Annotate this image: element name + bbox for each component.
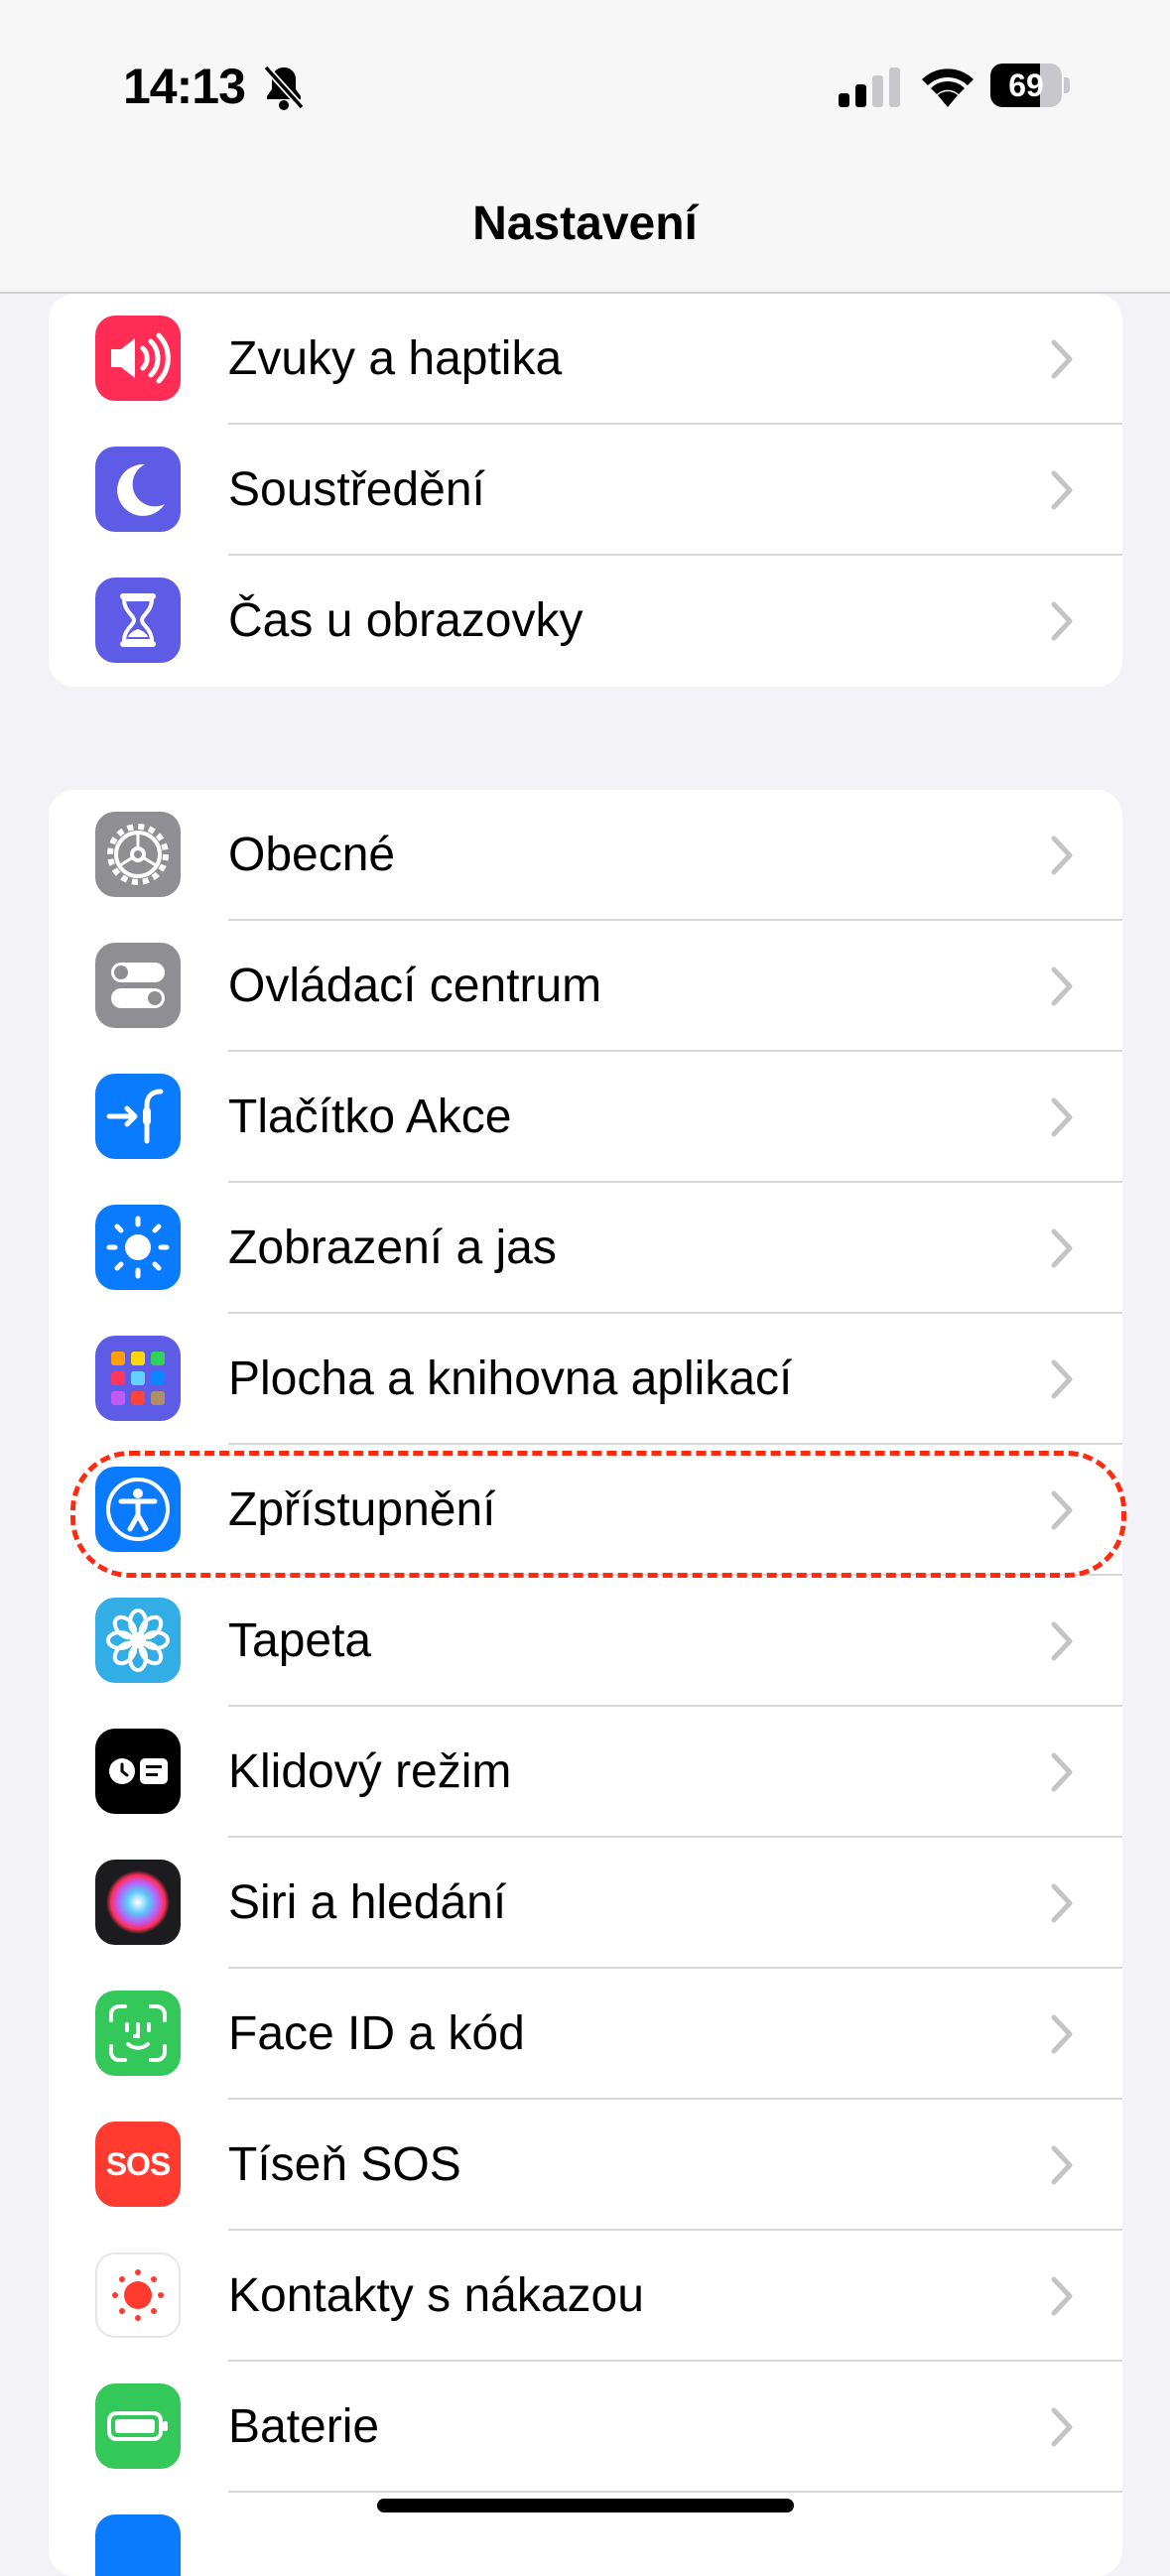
battery-icon: 69 (990, 64, 1070, 107)
settings-row-standby[interactable]: Klidový režim (49, 1707, 1122, 1838)
chevron-right-icon (1051, 1490, 1073, 1530)
page-title: Nastavení (472, 197, 698, 250)
settings-row-label: Zvuky a haptika (228, 332, 563, 385)
flower-icon (95, 1598, 181, 1683)
privacy-icon (95, 2514, 181, 2576)
settings-row-general[interactable]: Obecné (49, 790, 1122, 921)
toggles-icon (95, 943, 181, 1028)
face-id-icon (95, 1991, 181, 2076)
settings-row-label: Obecné (228, 829, 396, 881)
accessibility-icon (95, 1467, 181, 1552)
battery-app-icon (95, 2383, 181, 2469)
settings-row-battery[interactable]: Baterie (49, 2362, 1122, 2493)
settings-row-action-button[interactable]: Tlačítko Akce (49, 1052, 1122, 1183)
chevron-right-icon (1051, 1621, 1073, 1661)
settings-row-label: Plocha a knihovna aplikací (228, 1352, 793, 1405)
wifi-icon (922, 68, 974, 107)
bell-slash-icon (263, 64, 305, 110)
hourglass-icon (95, 578, 181, 663)
settings-row-sounds[interactable]: Zvuky a haptika (49, 294, 1122, 425)
status-bar: 14:13 69 (0, 0, 1170, 159)
settings-row-label: Zobrazení a jas (228, 1222, 557, 1274)
chevron-right-icon (1051, 2407, 1073, 2447)
standby-icon (95, 1729, 181, 1814)
chevron-right-icon (1051, 836, 1073, 875)
settings-group-1: Zvuky a haptika Soustředění Čas u obrazo… (49, 294, 1122, 687)
settings-row-control-center[interactable]: Ovládací centrum (49, 921, 1122, 1052)
settings-row-label: Soustředění (228, 463, 485, 516)
settings-row-label: Tapeta (228, 1614, 372, 1667)
settings-row-label: Baterie (228, 2400, 380, 2453)
chevron-right-icon (1051, 1097, 1073, 1137)
settings-row-siri[interactable]: Siri a hledání (49, 1838, 1122, 1969)
settings-row-label: Klidový režim (228, 1745, 512, 1798)
settings-row-screen-time[interactable]: Čas u obrazovky (49, 556, 1122, 687)
settings-group-2: Obecné Ovládací centrum Tlačítko Akce Zo… (49, 790, 1122, 2576)
chevron-right-icon (1051, 339, 1073, 379)
settings-row-label: Face ID a kód (228, 2007, 525, 2060)
settings-row-wallpaper[interactable]: Tapeta (49, 1576, 1122, 1707)
chevron-right-icon (1051, 966, 1073, 1006)
chevron-right-icon (1051, 470, 1073, 510)
settings-row-face-id[interactable]: Face ID a kód (49, 1969, 1122, 2100)
chevron-right-icon (1051, 1883, 1073, 1923)
sos-badge-text: SOS (105, 2146, 172, 2182)
settings-row-label: Tlačítko Akce (228, 1091, 512, 1143)
settings-row-exposure[interactable]: Kontakty s nákazou (49, 2231, 1122, 2362)
status-time: 14:13 (123, 59, 246, 114)
action-button-icon (95, 1074, 181, 1159)
exposure-icon (95, 2253, 181, 2338)
cellular-signal-icon (839, 67, 900, 107)
settings-row-home-screen[interactable]: Plocha a knihovna aplikací (49, 1314, 1122, 1445)
chevron-right-icon (1051, 1228, 1073, 1268)
speaker-icon (95, 316, 181, 401)
settings-row-display[interactable]: Zobrazení a jas (49, 1183, 1122, 1314)
chevron-right-icon (1051, 2145, 1073, 2185)
battery-percentage: 69 (1008, 67, 1044, 103)
chevron-right-icon (1051, 1359, 1073, 1399)
siri-icon (95, 1860, 181, 1945)
settings-row-label: Kontakty s nákazou (228, 2269, 644, 2322)
gear-icon (95, 812, 181, 897)
chevron-right-icon (1051, 601, 1073, 641)
settings-row-accessibility[interactable]: Zpřístupnění (49, 1445, 1122, 1576)
settings-row-label: Ovládací centrum (228, 960, 602, 1012)
sos-icon: SOS (95, 2122, 181, 2207)
moon-icon (95, 447, 181, 532)
settings-row-label: Zpřístupnění (228, 1483, 496, 1536)
settings-row-focus[interactable]: Soustředění (49, 425, 1122, 556)
app-grid-icon (95, 1336, 181, 1421)
navigation-bar: Nastavení (0, 159, 1170, 294)
sun-icon (95, 1205, 181, 1290)
settings-row-label: Tíseň SOS (228, 2138, 461, 2191)
settings-row-label: Siri a hledání (228, 1876, 507, 1929)
chevron-right-icon (1051, 2014, 1073, 2054)
home-indicator[interactable] (377, 2499, 794, 2512)
chevron-right-icon (1051, 1752, 1073, 1792)
settings-row-emergency-sos[interactable]: SOS Tíseň SOS (49, 2100, 1122, 2231)
settings-row-label: Čas u obrazovky (228, 594, 584, 647)
chevron-right-icon (1051, 2276, 1073, 2316)
